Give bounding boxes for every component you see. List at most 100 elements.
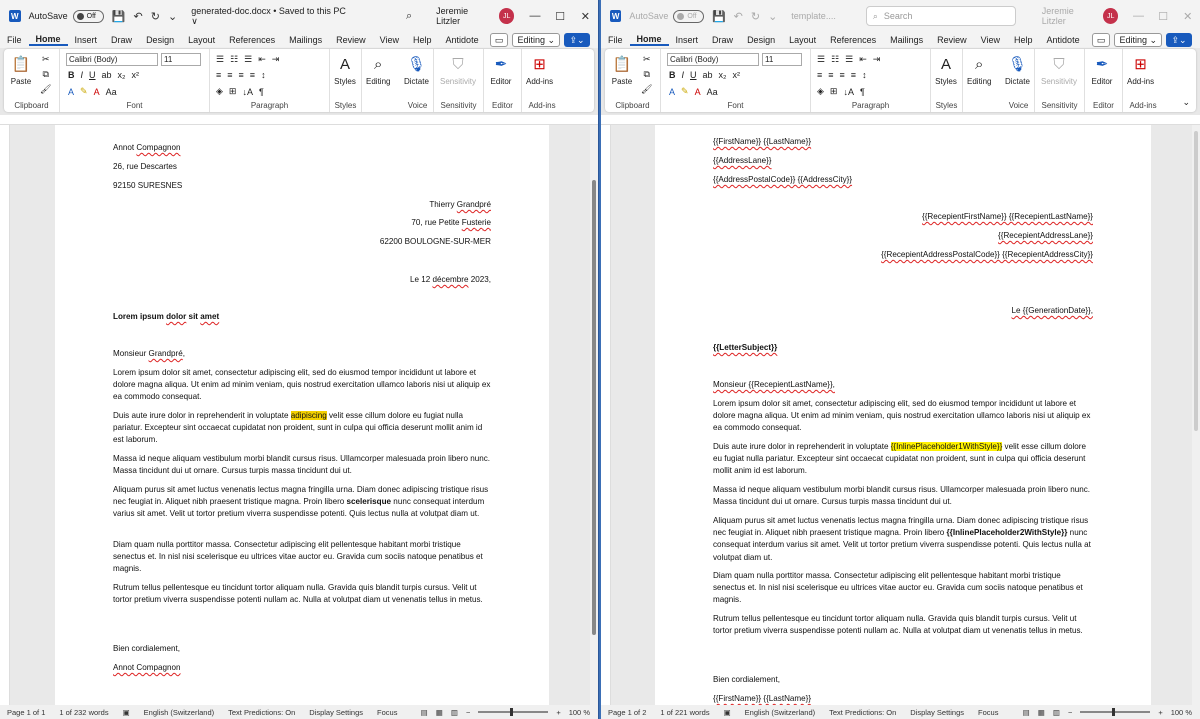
italic-icon[interactable]: I — [81, 70, 84, 80]
tab-design[interactable]: Design — [139, 35, 181, 45]
font-name-select[interactable]: Calibri (Body) — [667, 53, 759, 66]
numbering-icon[interactable]: ☷ — [831, 54, 839, 65]
scroll-thumb[interactable] — [592, 180, 596, 635]
styles-button[interactable]: A Styles — [935, 53, 957, 87]
borders-icon[interactable]: ⊞ — [830, 86, 838, 97]
search-icon[interactable]: ⌕ — [406, 10, 412, 23]
decrease-indent-icon[interactable]: ⇤ — [258, 54, 266, 65]
page-count[interactable]: Page 1 of 1 — [7, 708, 45, 717]
bullets-icon[interactable]: ☰ — [817, 54, 825, 65]
word-count[interactable]: 1 of 221 words — [660, 708, 709, 717]
tab-help[interactable]: Help — [1007, 35, 1040, 45]
redo-icon[interactable]: ↻ — [151, 10, 160, 23]
align-left-icon[interactable]: ≡ — [817, 70, 822, 80]
format-painter-icon[interactable]: 🖌 — [40, 84, 51, 95]
align-left-icon[interactable]: ≡ — [216, 70, 221, 80]
decrease-indent-icon[interactable]: ⇤ — [859, 54, 867, 65]
addins-button[interactable]: ⊞ Add-ins — [526, 53, 553, 86]
proofing-icon[interactable]: ▣ — [123, 708, 130, 717]
tab-help[interactable]: Help — [406, 35, 439, 45]
text-effects-icon[interactable]: A — [68, 87, 74, 97]
avatar[interactable]: JL — [498, 8, 515, 24]
autosave-toggle[interactable]: Off — [72, 9, 104, 23]
document-title[interactable]: template.... — [791, 11, 836, 21]
editing-button[interactable]: ⌕ Editing — [967, 53, 991, 87]
align-center-icon[interactable]: ≡ — [828, 70, 833, 80]
numbering-icon[interactable]: ☷ — [230, 54, 238, 65]
tab-mailings[interactable]: Mailings — [282, 35, 329, 45]
justify-icon[interactable]: ≡ — [250, 70, 255, 80]
tab-file[interactable]: File — [601, 35, 630, 45]
font-name-select[interactable]: Calibri (Body) — [66, 53, 158, 66]
format-painter-icon[interactable]: 🖌 — [641, 84, 652, 95]
share-button[interactable]: ⇪⌄ — [564, 33, 590, 47]
editing-mode-button[interactable]: Editing ⌄ — [1114, 33, 1162, 47]
align-right-icon[interactable]: ≡ — [239, 70, 244, 80]
editor-button[interactable]: ✒ Editor — [490, 53, 512, 86]
web-layout-icon[interactable]: ▥ — [451, 708, 458, 717]
font-size-select[interactable]: 11 — [161, 53, 201, 66]
display-settings[interactable]: Display Settings — [910, 708, 964, 717]
close-icon[interactable]: ✕ — [573, 10, 598, 23]
tab-draw[interactable]: Draw — [104, 35, 139, 45]
align-right-icon[interactable]: ≡ — [840, 70, 845, 80]
read-mode-icon[interactable]: ▤ — [421, 708, 428, 717]
italic-icon[interactable]: I — [682, 70, 685, 80]
zoom-in-icon[interactable]: + — [1158, 708, 1162, 717]
tab-draw[interactable]: Draw — [705, 35, 740, 45]
tab-view[interactable]: View — [974, 35, 1007, 45]
undo-icon[interactable]: ↶ — [734, 10, 743, 23]
justify-icon[interactable]: ≡ — [851, 70, 856, 80]
customize-toolbar-icon[interactable]: ⌄ — [168, 10, 177, 23]
document-page[interactable]: {{FirstName}} {{LastName}} {{AddressLane… — [655, 125, 1151, 705]
zoom-slider[interactable] — [478, 708, 549, 716]
tab-references[interactable]: References — [823, 35, 883, 45]
horizontal-ruler[interactable] — [0, 115, 598, 125]
document-page[interactable]: Annot Compagnon 26, rue Descartes 92150 … — [55, 125, 549, 705]
copy-icon[interactable]: ⧉ — [644, 69, 650, 80]
maximize-icon[interactable]: ☐ — [1151, 10, 1176, 23]
dictate-button[interactable]: 🎙 Dictate — [1005, 53, 1030, 86]
change-case-icon[interactable]: Aa — [707, 87, 718, 97]
minimize-icon[interactable]: — — [1126, 10, 1151, 22]
vertical-ruler[interactable] — [601, 125, 611, 705]
cut-icon[interactable]: ✂ — [643, 54, 651, 65]
line-spacing-icon[interactable]: ↕ — [261, 70, 266, 80]
multilevel-icon[interactable]: ☰ — [244, 54, 252, 65]
addins-button[interactable]: ⊞ Add-ins — [1127, 53, 1154, 86]
focus-mode[interactable]: Focus — [978, 708, 998, 717]
zoom-thumb[interactable] — [510, 708, 514, 716]
show-marks-icon[interactable]: ¶ — [259, 87, 264, 97]
save-icon[interactable]: 💾 — [112, 10, 126, 23]
borders-icon[interactable]: ⊞ — [229, 86, 237, 97]
paste-button[interactable]: 📋 Paste — [611, 53, 633, 86]
bold-icon[interactable]: B — [68, 70, 75, 80]
vertical-ruler[interactable] — [0, 125, 10, 705]
line-spacing-icon[interactable]: ↕ — [862, 70, 867, 80]
tab-references[interactable]: References — [222, 35, 282, 45]
sort-icon[interactable]: ↓A — [843, 87, 854, 97]
align-center-icon[interactable]: ≡ — [227, 70, 232, 80]
share-button[interactable]: ⇪⌄ — [1166, 33, 1192, 47]
save-icon[interactable]: 💾 — [712, 10, 726, 23]
comments-button[interactable]: ▭ — [1091, 33, 1111, 47]
zoom-out-icon[interactable]: − — [466, 708, 470, 717]
highlight-icon[interactable]: ✎ — [681, 86, 689, 97]
maximize-icon[interactable]: ☐ — [548, 10, 573, 23]
shading-icon[interactable]: ◈ — [216, 86, 223, 97]
text-predictions[interactable]: Text Predictions: On — [829, 708, 896, 717]
tab-insert[interactable]: Insert — [68, 35, 105, 45]
tab-layout[interactable]: Layout — [181, 35, 222, 45]
bold-icon[interactable]: B — [669, 70, 676, 80]
tab-layout[interactable]: Layout — [782, 35, 823, 45]
font-color-icon[interactable]: A — [94, 87, 100, 97]
tab-home[interactable]: Home — [28, 34, 68, 46]
cut-icon[interactable]: ✂ — [42, 54, 50, 65]
language[interactable]: English (Switzerland) — [745, 708, 815, 717]
page-count[interactable]: Page 1 of 2 — [608, 708, 646, 717]
comments-button[interactable]: ▭ — [489, 33, 509, 47]
underline-icon[interactable]: U — [89, 70, 96, 80]
focus-mode[interactable]: Focus — [377, 708, 397, 717]
document-title[interactable]: generated-doc.docx • Saved to this PC ∨ — [191, 6, 350, 27]
minimize-icon[interactable]: — — [522, 10, 547, 22]
